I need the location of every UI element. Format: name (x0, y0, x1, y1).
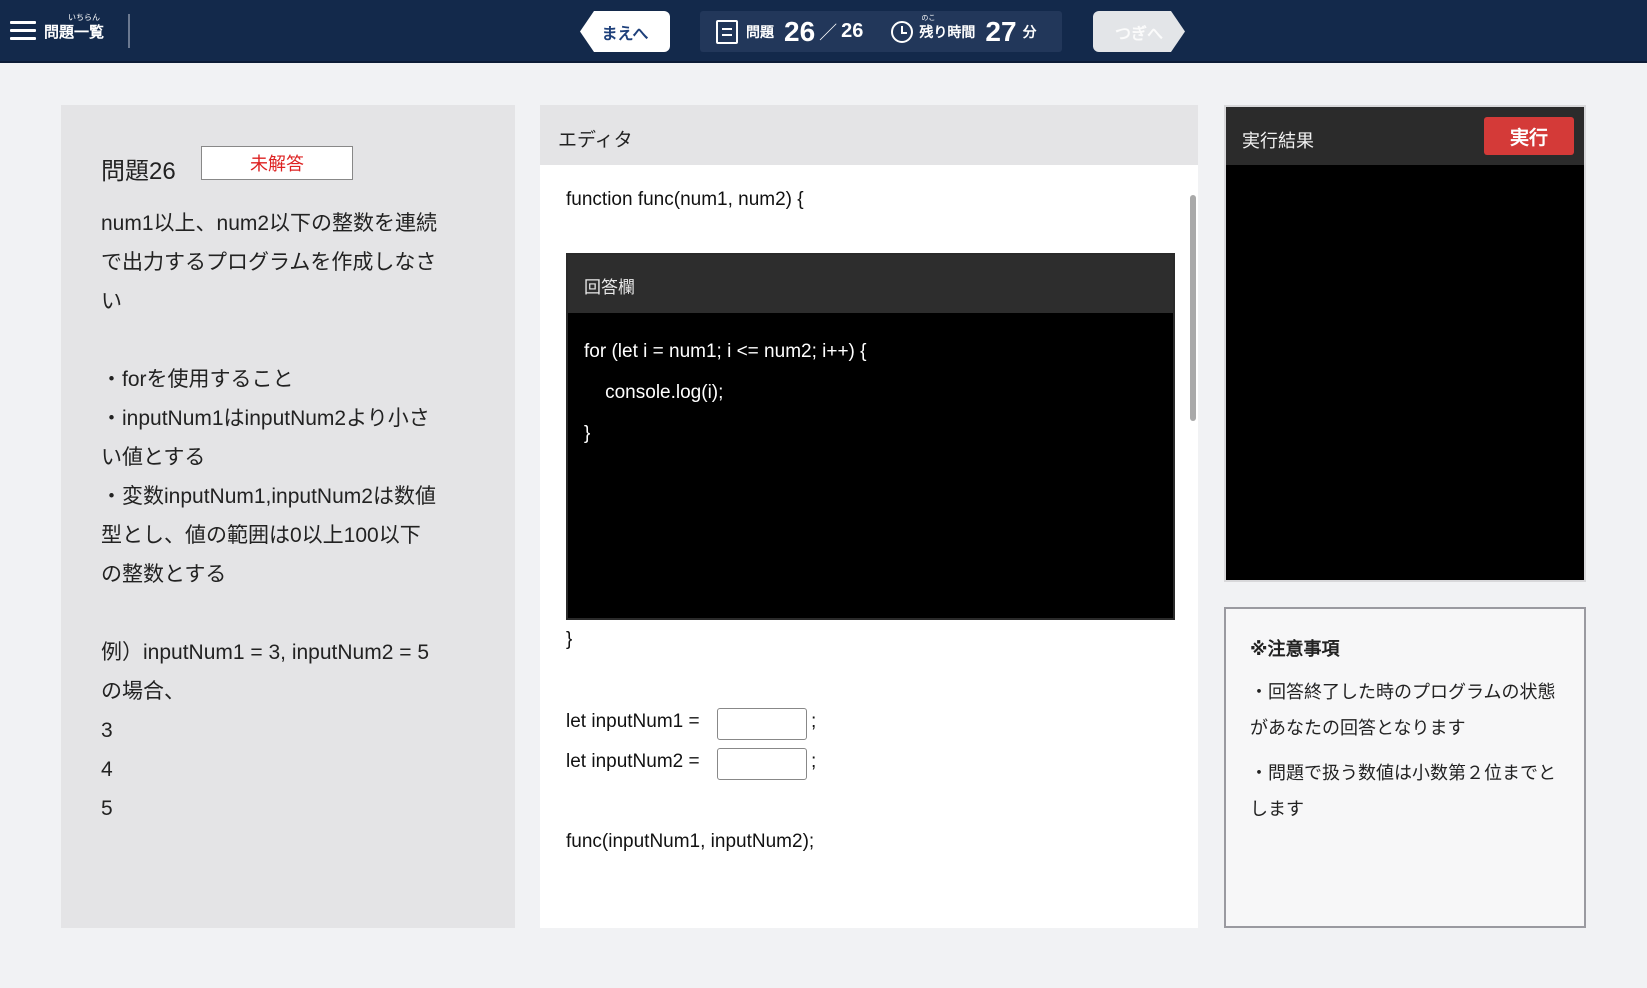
time-label-wrap: のこ 残り時間 (919, 14, 976, 42)
time-label-ruby: のこ (921, 13, 936, 22)
input1-semicolon: ; (811, 711, 817, 732)
question-text-line: 型とし、値の範囲は0以上100以下 (101, 524, 421, 547)
question-text-line: 3 (101, 719, 113, 742)
question-text-line: ・forを使用すること (101, 368, 294, 391)
status-box: 問題 26 ／ 26 のこ 残り時間 27 分 (700, 11, 1062, 52)
question-text-spacer (101, 321, 481, 360)
topbar-divider (128, 14, 130, 48)
question-list-label-wrap: いちらん 問題一覧 (44, 13, 105, 42)
answer-area-header: 回答欄 (568, 255, 1173, 313)
result-panel: 実行結果 実行 (1224, 105, 1586, 582)
question-text-spacer (101, 594, 481, 633)
question-panel: 問題26 未解答 num1以上、num2以下の整数を連続 で出力するプログラムを作… (61, 105, 515, 928)
hamburger-icon[interactable] (10, 21, 36, 41)
question-text: num1以上、num2以下の整数を連続 で出力するプログラムを作成しなさい・for… (101, 204, 481, 828)
question-text-line: num1以上、num2以下の整数を連続 (101, 212, 438, 235)
function-declaration-line: function func(num1, num2) { (566, 189, 804, 210)
result-header-label: 実行結果 (1242, 131, 1314, 152)
question-text-line: 5 (101, 797, 113, 820)
total-question-number: 26 (841, 20, 864, 42)
question-text-line: い (101, 290, 122, 313)
function-call-line: func(inputNum1, inputNum2); (566, 831, 815, 852)
run-button[interactable]: 実行 (1484, 117, 1574, 155)
current-question-number: 26 (784, 15, 816, 47)
time-remaining-value: 27 (985, 15, 1017, 47)
answer-area: 回答欄 (566, 253, 1175, 620)
question-list-button[interactable]: いちらん 問題一覧 (10, 10, 122, 52)
note-item: ・問題で扱う数値は小数第２位までとします (1250, 763, 1556, 820)
question-title: 問題26 (101, 158, 176, 185)
question-list-label: 問題一覧 (44, 22, 105, 41)
time-remaining-label: 残り時間 (919, 24, 976, 41)
question-text-line: 例）inputNum1 = 3, inputNum2 = 5 (101, 641, 430, 664)
editor-scrollbar[interactable] (1190, 195, 1196, 421)
question-counter-label: 問題 (746, 24, 774, 41)
question-text-line: で出力するプログラムを作成しなさ (101, 251, 437, 274)
editor-panel: エディタ function func(num1, num2) { 回答欄 } l… (540, 105, 1198, 928)
prev-button[interactable]: まえへ (580, 11, 670, 52)
input-num2-field[interactable] (717, 748, 807, 780)
function-close-line: } (566, 629, 573, 650)
question-text-line: ・inputNum1はinputNum2より小さ (101, 407, 430, 430)
question-list-ruby: いちらん (68, 12, 100, 22)
document-icon (716, 19, 738, 44)
clock-icon (891, 20, 914, 43)
question-counter-slash: ／ (819, 22, 838, 44)
next-button[interactable]: つぎへ (1093, 11, 1185, 52)
status-badge: 未解答 (201, 146, 353, 180)
note-item: ・回答終了した時のプログラムの状態があなたの回答となります (1250, 682, 1556, 739)
notes-body: ・回答終了した時のプログラムの状態があなたの回答となります ・問題で扱う数値は小… (1250, 675, 1566, 837)
question-text-line: い値とする (101, 446, 206, 469)
answer-code-editor[interactable] (584, 331, 1154, 454)
question-text-line: 4 (101, 758, 113, 781)
input-num1-field[interactable] (717, 708, 807, 740)
input1-label: let inputNum1 = (566, 711, 700, 732)
editor-header: エディタ (540, 105, 1198, 165)
input2-label: let inputNum2 = (566, 751, 700, 772)
question-text-line: の整数とする (101, 563, 227, 586)
question-text-line: の場合、 (101, 680, 185, 703)
question-text-line: ・変数inputNum1,inputNum2は数値 (101, 485, 436, 508)
notes-title: ※注意事項 (1250, 639, 1340, 660)
result-header: 実行結果 実行 (1226, 107, 1584, 165)
top-bar: いちらん 問題一覧 まえへ 問題 26 ／ 26 のこ 残り時間 27 分 つぎ… (0, 0, 1647, 63)
time-remaining-unit: 分 (1022, 24, 1037, 41)
input2-semicolon: ; (811, 751, 817, 772)
notes-panel: ※注意事項 ・回答終了した時のプログラムの状態があなたの回答となります ・問題で… (1224, 607, 1586, 928)
